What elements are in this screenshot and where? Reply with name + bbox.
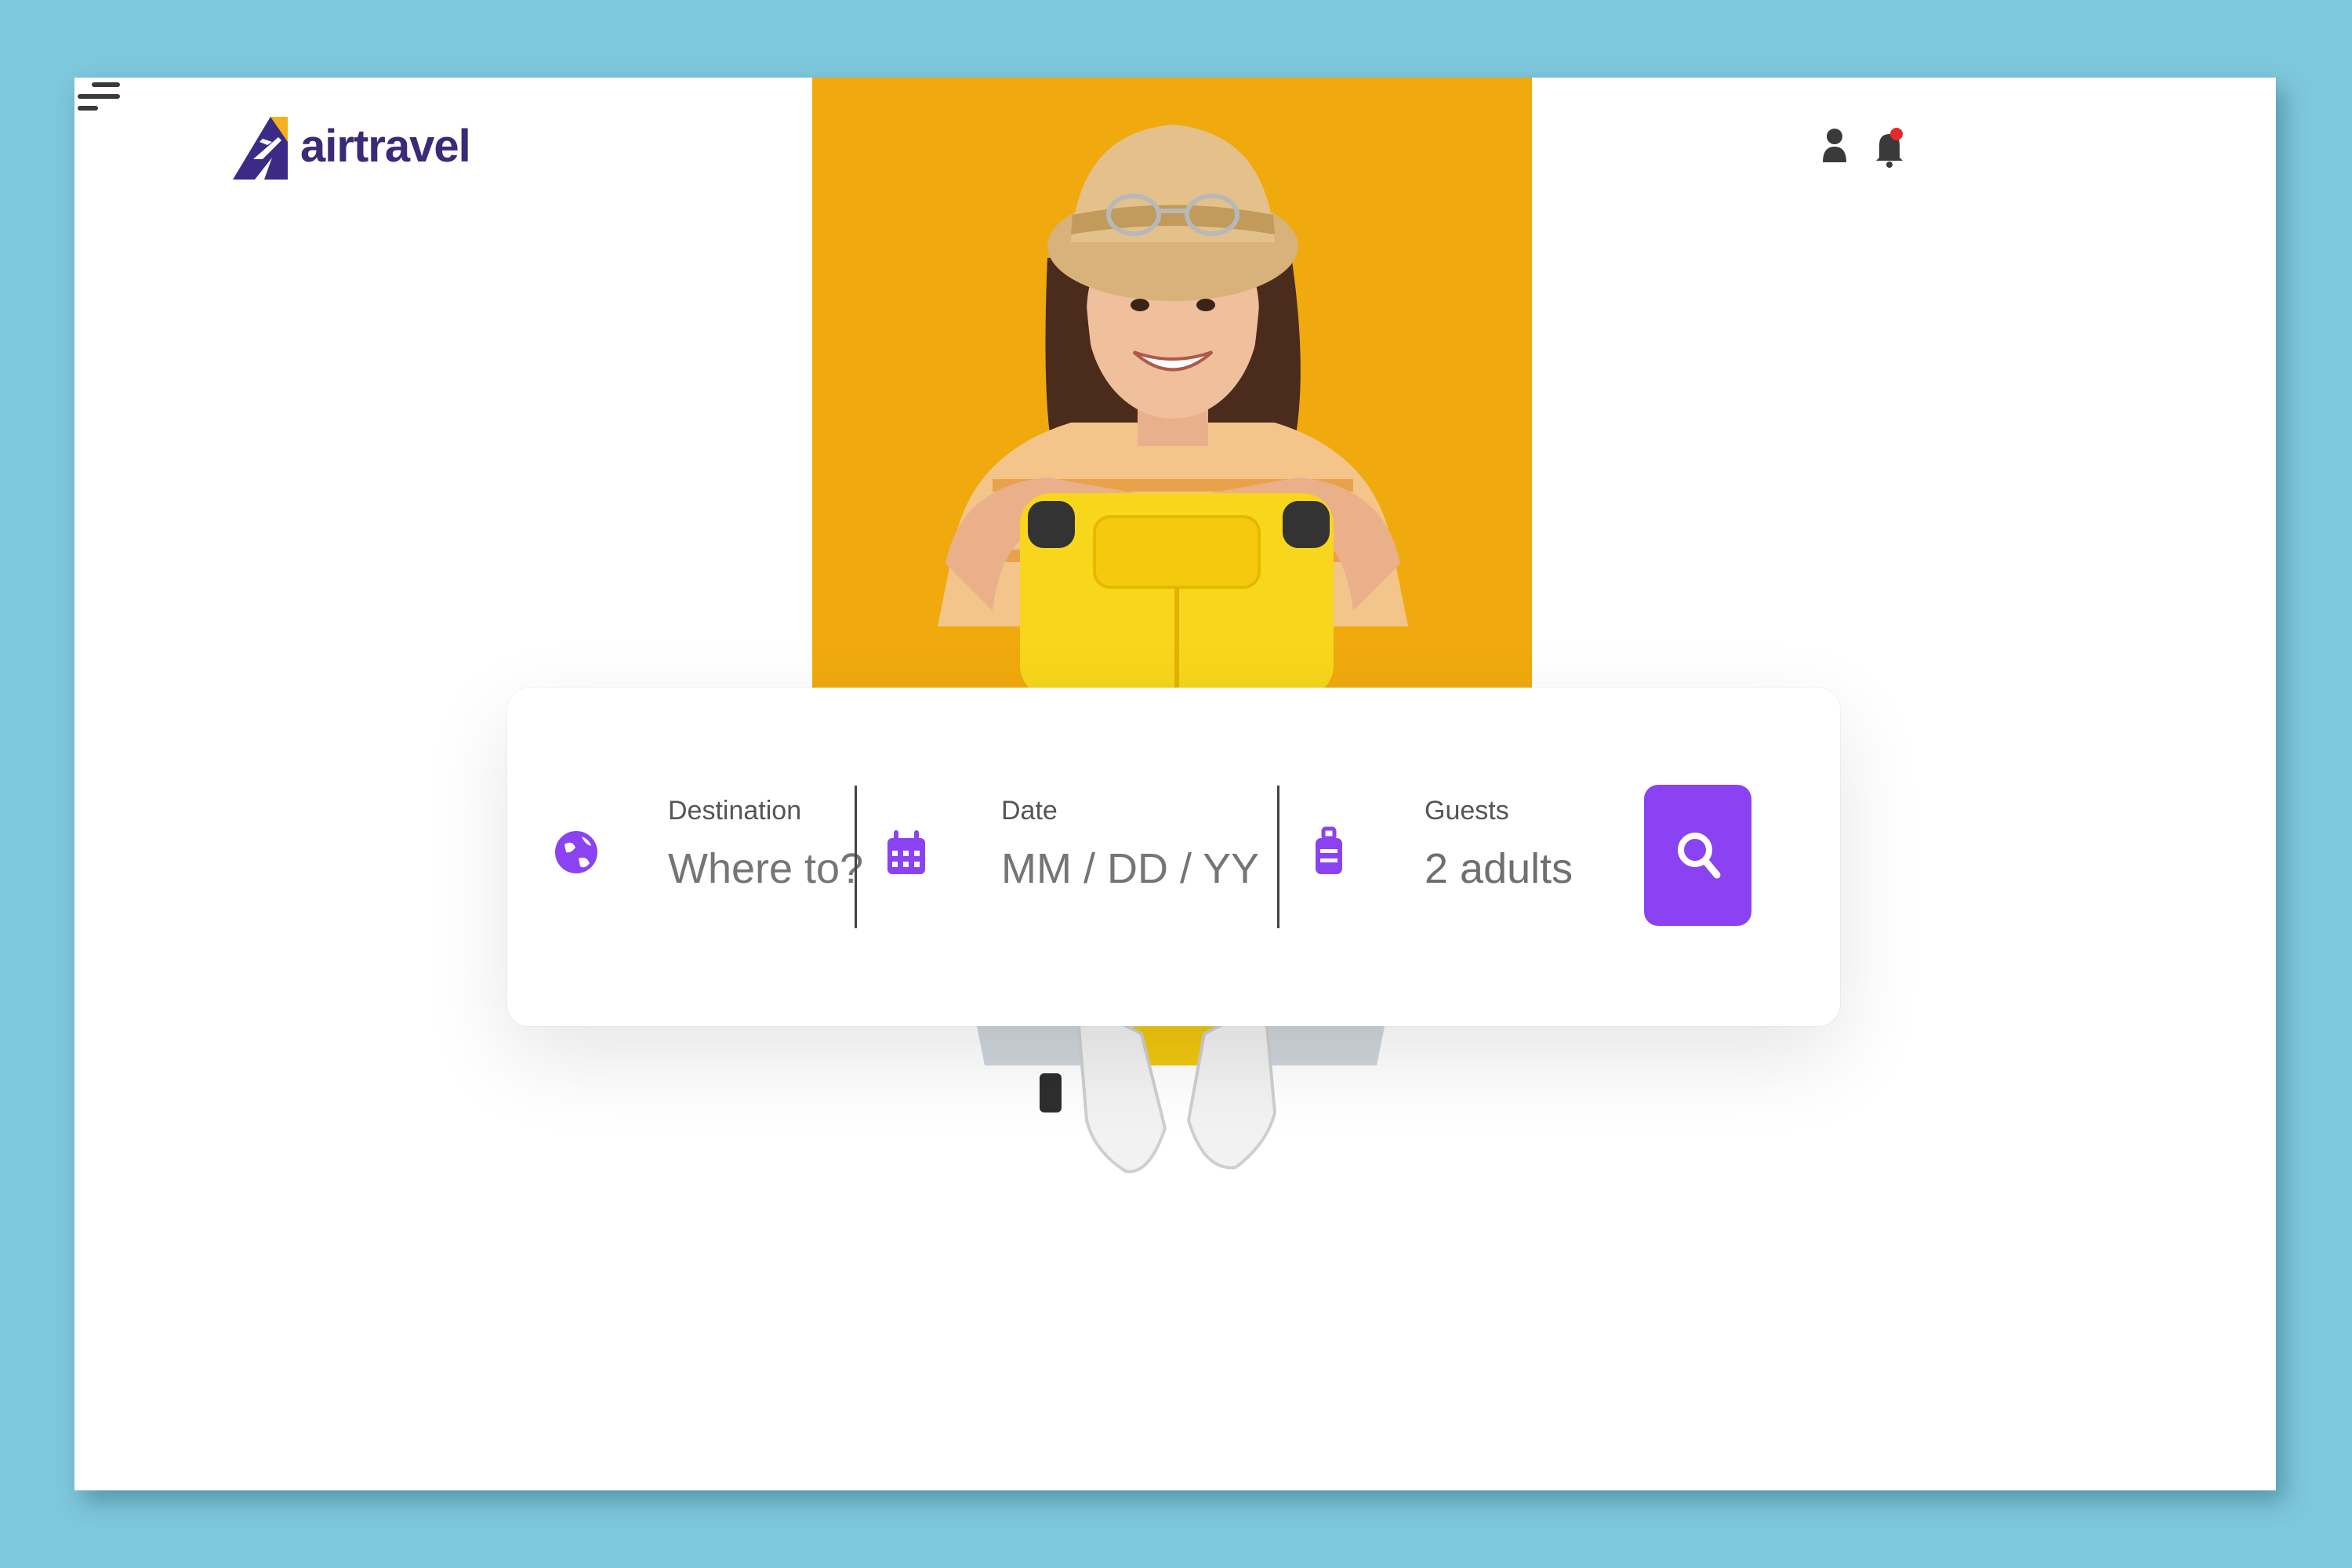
brand-logo[interactable]: airtravel <box>231 111 471 181</box>
destination-field[interactable]: Destination <box>550 782 950 931</box>
guests-label: Guests <box>1425 796 1509 826</box>
search-card: Destination Date Guests 2 <box>507 688 1840 1026</box>
field-divider <box>1277 786 1279 928</box>
bell-icon[interactable] <box>1870 123 1909 170</box>
search-icon <box>1677 833 1720 879</box>
notification-dot <box>1890 128 1903 140</box>
user-icon[interactable] <box>1815 123 1854 170</box>
traveler-illustration <box>938 125 1408 1174</box>
guests-field[interactable]: Guests 2 adults <box>1303 782 1617 931</box>
search-button[interactable] <box>1644 785 1751 926</box>
brand-name: airtravel <box>300 120 471 172</box>
date-field[interactable]: Date <box>880 782 1283 931</box>
destination-label: Destination <box>668 796 802 826</box>
luggage-icon <box>1316 826 1342 874</box>
date-label: Date <box>1001 796 1058 826</box>
menu-icon[interactable] <box>74 78 122 117</box>
hero-image <box>812 78 1532 1222</box>
calendar-icon <box>887 830 925 874</box>
globe-icon <box>555 831 597 873</box>
airtravel-logo-icon <box>233 117 288 180</box>
page-frame: airtravel Destination Where to? Date MM … <box>74 78 2276 1490</box>
field-divider <box>855 786 857 928</box>
date-input[interactable] <box>1001 844 1283 893</box>
